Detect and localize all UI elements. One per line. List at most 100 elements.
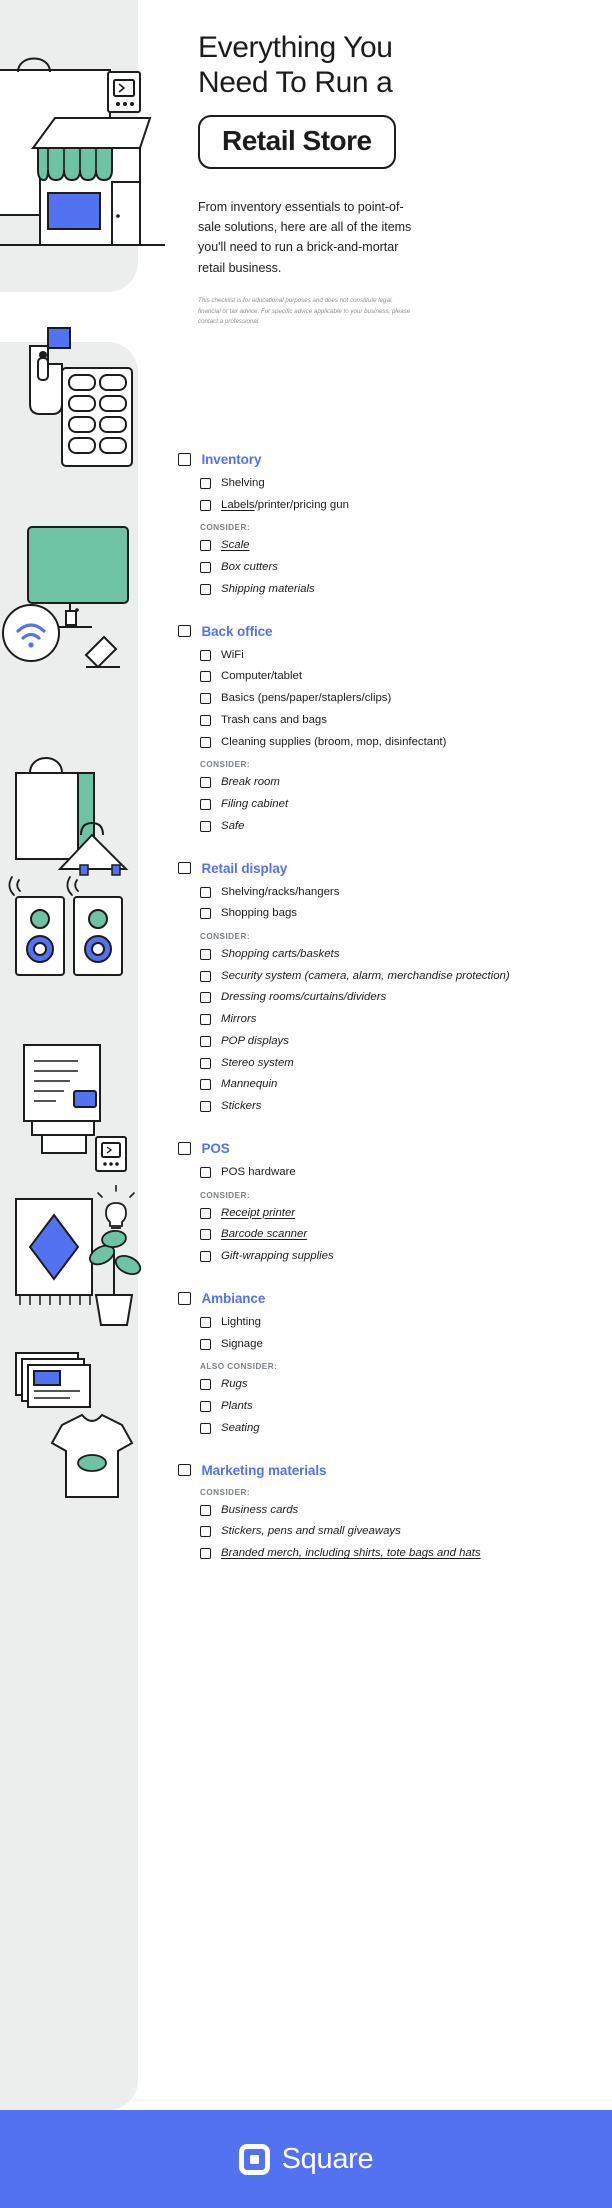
checkbox-icon[interactable] [200,1251,211,1263]
checklist-item-label: Stickers, pens and small giveaways [221,1525,401,1538]
checklist-item[interactable]: Plants [200,1399,598,1415]
section-title: POS [201,1140,230,1156]
section-checkbox-icon[interactable] [178,1142,191,1155]
checklist-item[interactable]: Stereo system [200,1056,598,1072]
checklist-item[interactable]: Dressing rooms/curtains/dividers [200,990,598,1006]
checkbox-icon[interactable] [200,1504,211,1516]
checkbox-icon[interactable] [200,992,211,1004]
checklist-item[interactable]: Stickers, pens and small giveaways [200,1524,598,1540]
checkbox-icon[interactable] [200,777,211,789]
checkbox-icon[interactable] [200,1526,211,1538]
checkbox-icon[interactable] [200,693,211,705]
checkbox-icon[interactable] [200,478,211,489]
checkbox-icon[interactable] [200,562,211,574]
checkbox-icon[interactable] [200,583,211,595]
checkbox-icon[interactable] [200,1207,211,1219]
checklist-item[interactable]: Receipt printer [200,1206,598,1222]
inline-link[interactable]: Labels [221,499,255,511]
checklist-item[interactable]: Computer/tablet [200,669,598,685]
checklist-item[interactable]: Mannequin [200,1077,598,1093]
checklist-item[interactable]: Box cutters [200,560,598,576]
checkbox-icon[interactable] [200,1229,211,1241]
checkbox-icon[interactable] [200,1057,211,1069]
inline-link[interactable]: Branded merch, including shirts, tote ba… [221,1547,481,1559]
checklist-item[interactable]: Shelving [200,476,598,492]
checklist-item[interactable]: WiFi [200,648,598,664]
checkbox-icon[interactable] [200,949,211,961]
checklist-item-label: Signage [221,1337,263,1350]
checkbox-icon[interactable] [200,736,211,748]
checkbox-icon[interactable] [200,1401,211,1413]
checkbox-icon[interactable] [200,1422,211,1434]
checklist-item[interactable]: Cleaning supplies (broom, mop, disinfect… [200,735,598,751]
checklist-item[interactable]: Security system (camera, alarm, merchand… [200,969,598,985]
checklist-item[interactable]: Mirrors [200,1012,598,1028]
checklist-item-label: Dressing rooms/curtains/dividers [221,991,387,1004]
checklist-item[interactable]: Lighting [200,1315,598,1331]
checklist-item[interactable]: POP displays [200,1034,598,1050]
checklist-section: Back office WiFi Computer/tablet Basics (pe… [178,624,598,835]
checklist-item[interactable]: Trash cans and bags [200,713,598,729]
checklist-item[interactable]: Scale [200,538,598,554]
inline-link[interactable]: Receipt printer [221,1207,295,1219]
inline-link[interactable]: Scale [221,539,250,551]
checklist-item[interactable]: Rugs [200,1377,598,1393]
checklist-item[interactable]: Labels/printer/pricing gun [200,498,598,514]
section-header[interactable]: Inventory [178,452,598,467]
checkbox-icon[interactable] [200,799,211,811]
checkbox-icon[interactable] [200,499,211,511]
checkbox-icon[interactable] [200,714,211,726]
checkbox-icon[interactable] [200,671,211,683]
section-header[interactable]: POS [178,1141,598,1156]
checklist-item[interactable]: Shelving/racks/hangers [200,885,598,901]
checklist-item[interactable]: Filing cabinet [200,797,598,813]
section-checkbox-icon[interactable] [178,453,191,466]
checklist-item[interactable]: Break room [200,775,598,791]
section-checkbox-icon[interactable] [178,1292,191,1305]
checkbox-icon[interactable] [200,1338,211,1350]
checkbox-icon[interactable] [200,540,211,552]
checkbox-icon[interactable] [200,1547,211,1559]
checklist-item[interactable]: Shopping bags [200,906,598,922]
checklist-item[interactable]: Shopping carts/baskets [200,947,598,963]
checkbox-icon[interactable] [200,1101,211,1113]
checklist-item-label: Stickers [221,1100,262,1113]
section-checkbox-icon[interactable] [178,1463,191,1477]
checklist-item[interactable]: Basics (pens/paper/staplers/clips) [200,691,598,707]
checkbox-icon[interactable] [200,1035,211,1047]
checklist-item[interactable]: Safe [200,819,598,835]
page-title: Everything You Need To Run a [198,30,588,101]
inline-link[interactable]: Barcode scanner [221,1228,307,1240]
checklist-section: Ambiance Lighting Signage ALSO CONSIDER: Rug… [178,1291,598,1437]
checkbox-icon[interactable] [200,1014,211,1026]
section-checkbox-icon[interactable] [178,861,191,875]
checkbox-icon[interactable] [200,886,211,898]
checkbox-icon[interactable] [200,649,211,661]
section-header[interactable]: Back office [178,624,598,639]
checklist-item-label: Receipt printer [221,1206,295,1222]
checklist-item[interactable]: Branded merch, including shirts, tote ba… [200,1546,598,1562]
consider-label: CONSIDER: [200,760,250,770]
checkbox-icon[interactable] [200,1379,211,1391]
section-title: Ambiance [201,1290,266,1306]
checklist-item[interactable]: Business cards [200,1503,598,1519]
checkbox-icon[interactable] [200,1316,211,1328]
checkbox-icon[interactable] [200,1166,211,1178]
checklist-item[interactable]: Shipping materials [200,582,598,598]
checklist-item-label: Trash cans and bags [221,713,327,726]
checklist-item[interactable]: Barcode scanner [200,1227,598,1243]
checklist-item[interactable]: Seating [200,1421,598,1437]
checkbox-icon[interactable] [200,970,211,982]
checklist-item[interactable]: Gift-wrapping supplies [200,1249,598,1265]
checkbox-icon[interactable] [200,908,211,920]
checklist-item[interactable]: Signage [200,1337,598,1353]
section-checkbox-icon[interactable] [178,624,191,638]
checklist-item[interactable]: Stickers [200,1099,598,1115]
section-header[interactable]: Retail display [178,861,598,876]
checkbox-icon[interactable] [200,820,211,832]
square-brand-name: Square [281,2142,374,2175]
section-header[interactable]: Ambiance [178,1291,598,1306]
section-header[interactable]: Marketing materials [178,1463,598,1478]
checklist-item[interactable]: POS hardware [200,1165,598,1181]
checkbox-icon[interactable] [200,1079,211,1091]
